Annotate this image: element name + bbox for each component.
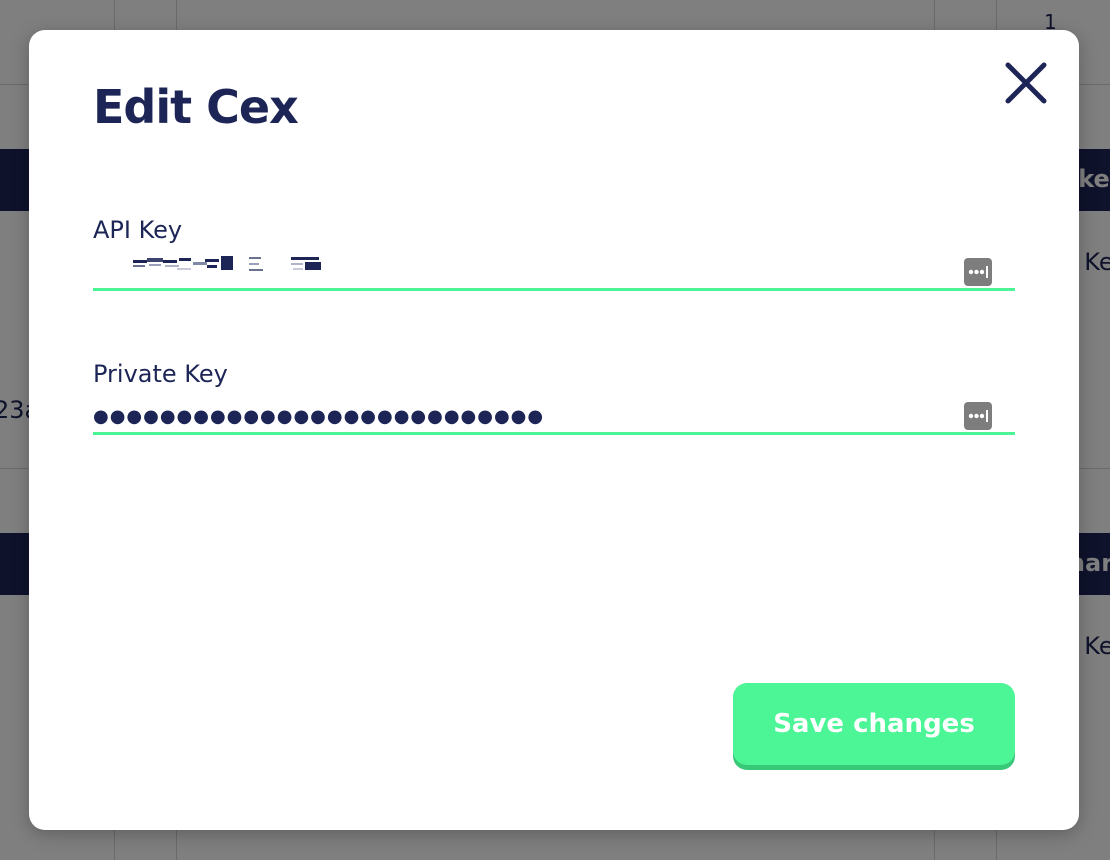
password-manager-icon[interactable]: [964, 258, 992, 286]
api-key-label: API Key: [93, 216, 183, 244]
password-manager-icon[interactable]: [964, 402, 992, 430]
api-key-underline: [93, 288, 1015, 291]
api-key-field-group: API Key: [93, 216, 1015, 296]
close-icon: [1005, 62, 1047, 104]
private-key-label: Private Key: [93, 360, 228, 388]
edit-cex-modal: Edit Cex API Key Private Key ●●●●●●●●●●●…: [29, 30, 1079, 830]
private-key-field-group: Private Key: [93, 360, 1015, 440]
modal-title: Edit Cex: [93, 80, 299, 134]
close-button[interactable]: [1001, 58, 1051, 108]
api-key-redacted-value: [133, 256, 321, 271]
save-changes-button[interactable]: Save changes: [733, 683, 1015, 765]
private-key-underline: [93, 432, 1015, 435]
private-key-input[interactable]: [93, 398, 953, 434]
